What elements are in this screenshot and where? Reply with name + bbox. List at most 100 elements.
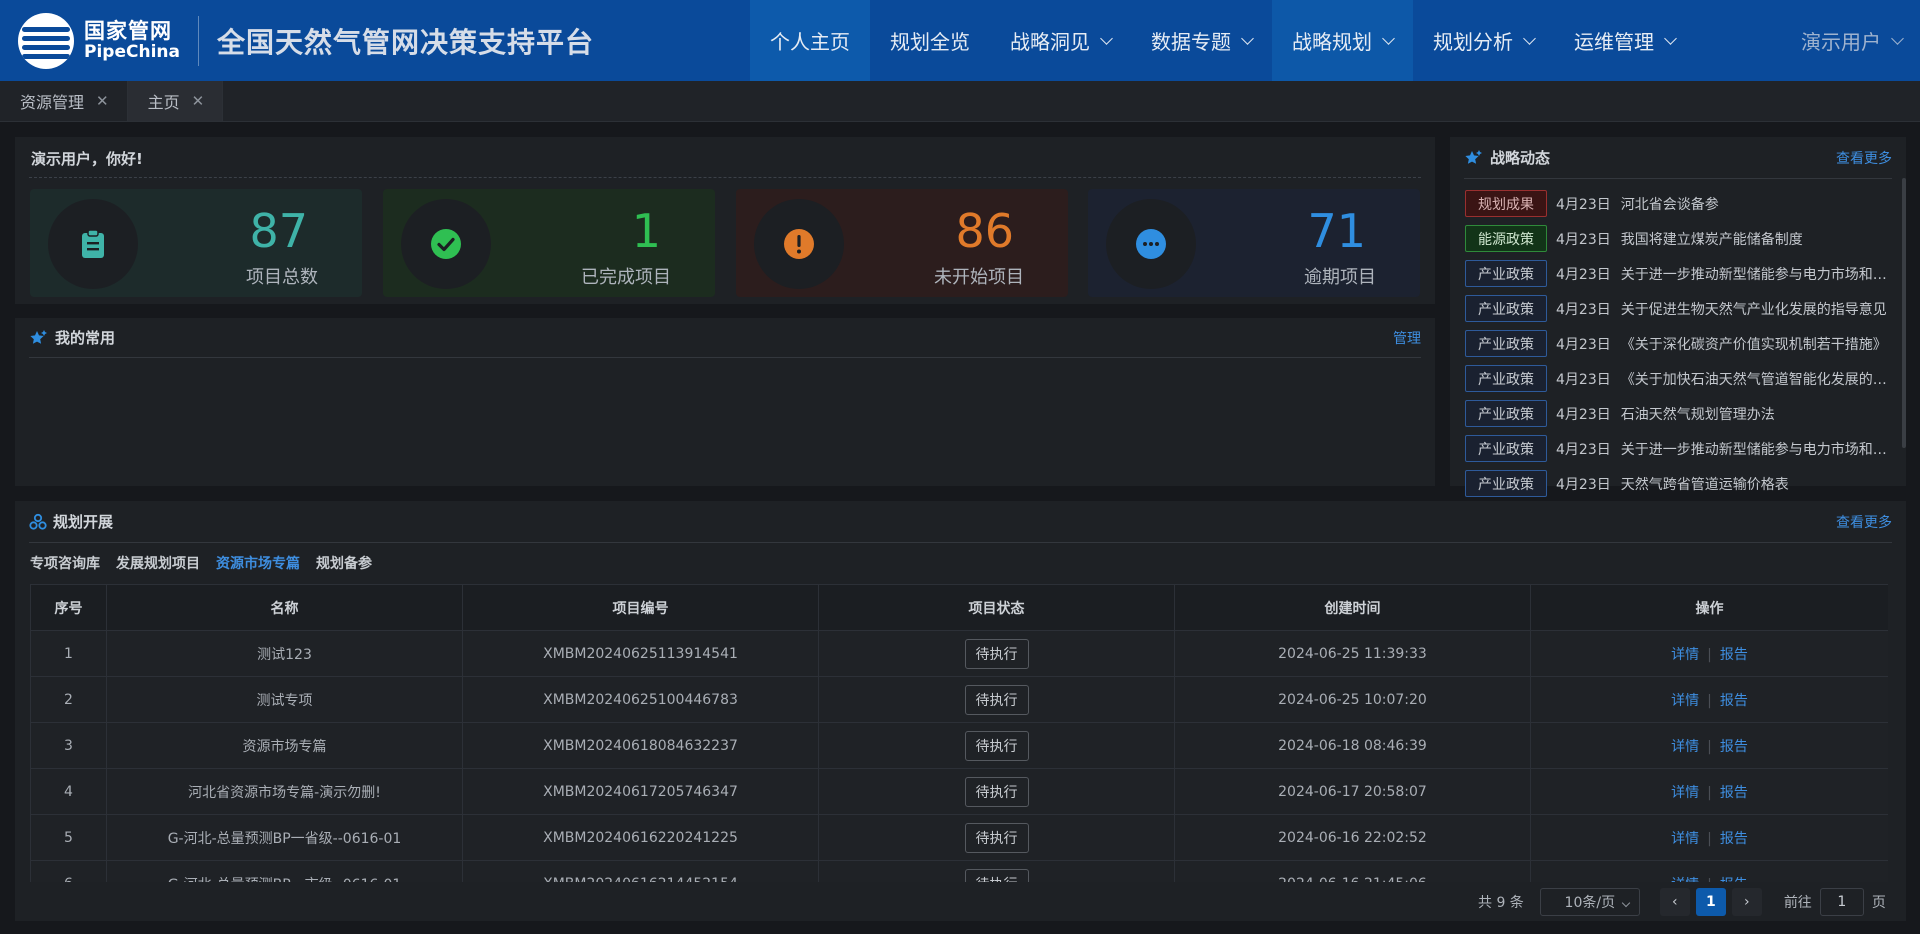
report-link[interactable]: 报告	[1720, 647, 1748, 663]
table-row[interactable]: 3 资源市场专篇 XMBM20240618084632237 待执行 2024-06-1…	[30, 722, 1888, 769]
detail-link[interactable]: 详情	[1671, 831, 1699, 847]
detail-link[interactable]: 详情	[1671, 647, 1699, 663]
news-date: 4月23日	[1556, 406, 1611, 423]
detail-link[interactable]: 详情	[1671, 785, 1699, 801]
news-item[interactable]: 产业政策 4月23日 天然气跨省管道运输价格表	[1465, 466, 1895, 501]
action-separator: |	[1707, 692, 1712, 709]
news-item[interactable]: 产业政策 4月23日 《关于深化碳资产价值实现机制若干措施》	[1465, 326, 1895, 361]
page-number[interactable]: 1	[1695, 888, 1726, 916]
news-item[interactable]: 产业政策 4月23日关于进一步推动新型储能参与电力市场和调度运用的通知	[1465, 431, 1895, 466]
cell-status: 待执行	[818, 814, 1175, 861]
subtab-reference[interactable]: 规划备参	[316, 553, 372, 573]
nav-label: 数据专题	[1151, 30, 1231, 54]
tab-resource-management[interactable]: 资源管理 ✕	[0, 81, 128, 121]
goto-page-input[interactable]: 1	[1819, 888, 1864, 916]
stat-value: 86	[955, 204, 1014, 258]
status-badge: 待执行	[964, 868, 1029, 882]
cell-actions: 详情 | 报告	[1530, 768, 1888, 815]
news-item[interactable]: 产业政策 4月23日 石油天然气规划管理办法	[1465, 396, 1895, 431]
detail-link[interactable]: 详情	[1671, 877, 1699, 883]
main-nav: 个人主页 规划全览 战略洞见 数据专题 战略规划 规划分析 运维管理	[750, 0, 1695, 81]
nav-overview[interactable]: 规划全览	[870, 0, 990, 81]
tab-home[interactable]: 主页 ✕	[127, 81, 224, 121]
news-item[interactable]: 能源政策 4月23日 我国将建立煤炭产能储备制度	[1465, 221, 1895, 256]
detail-link[interactable]: 详情	[1671, 693, 1699, 709]
status-badge: 待执行	[964, 730, 1029, 761]
prev-page-button[interactable]: ‹	[1659, 888, 1690, 916]
subtab-consulting[interactable]: 专项咨询库	[30, 553, 100, 573]
cell-actions: 详情 | 报告	[1530, 630, 1888, 677]
page-size-select[interactable]: 10条/页	[1539, 888, 1640, 916]
close-icon[interactable]: ✕	[192, 92, 205, 110]
chevron-down-icon	[1100, 31, 1113, 45]
planning-table: 序号 名称 项目编号 项目状态 创建时间 操作 1 测试123 XMBM202406…	[30, 584, 1888, 882]
news-tag: 产业政策	[1465, 470, 1547, 497]
news-tag: 能源政策	[1465, 225, 1547, 252]
stat-card-overdue[interactable]: 71 逾期项目	[1088, 189, 1420, 297]
nav-planning-analysis[interactable]: 规划分析	[1413, 0, 1554, 81]
stat-label: 项目总数	[246, 267, 318, 288]
goto-label: 前往	[1783, 895, 1812, 911]
more-circle-icon	[1128, 221, 1174, 267]
detail-link[interactable]: 详情	[1671, 739, 1699, 755]
stat-card-completed[interactable]: 1 已完成项目	[383, 189, 715, 297]
pager-total: 共 9 条	[1478, 895, 1524, 911]
news-item[interactable]: 产业政策 4月23日 《关于加快石油天然气管道智能化发展的意见》	[1465, 361, 1895, 396]
check-circle-icon	[423, 221, 469, 267]
subtab-development[interactable]: 发展规划项目	[116, 553, 200, 573]
cell-index: 5	[30, 814, 107, 861]
table-row[interactable]: 2 测试专项 XMBM20240625100446783 待执行 2024-06-25 …	[30, 676, 1888, 723]
nav-home[interactable]: 个人主页	[750, 0, 870, 81]
manage-link[interactable]: 管理	[1393, 328, 1421, 348]
report-link[interactable]: 报告	[1720, 693, 1748, 709]
cell-actions: 详情 | 报告	[1530, 814, 1888, 861]
news-more-link[interactable]: 查看更多	[1836, 148, 1892, 168]
news-tag: 产业政策	[1465, 435, 1547, 462]
news-date: 4月23日	[1556, 196, 1611, 213]
report-link[interactable]: 报告	[1720, 785, 1748, 801]
news-date: 4月23日	[1556, 336, 1611, 353]
news-list: 规划成果 4月23日 河北省会谈备参 能源政策 4月23日 我国将建立煤炭产能储备制度 产业…	[1465, 186, 1895, 501]
subtab-resource-market[interactable]: 资源市场专篇	[216, 553, 300, 573]
user-menu[interactable]: 演示用户	[1801, 0, 1904, 81]
nav-strategy-planning[interactable]: 战略规划	[1272, 0, 1413, 81]
news-item[interactable]: 产业政策 4月23日关于进一步推动新型储能参与电力市场和调度运用的通知	[1465, 256, 1895, 291]
logo[interactable]: 国家管网 PipeChina	[0, 0, 180, 81]
cell-index: 2	[30, 676, 107, 723]
news-tag: 产业政策	[1465, 365, 1547, 392]
table-row[interactable]: 1 测试123 XMBM20240625113914541 待执行 2024-06-25…	[30, 630, 1888, 677]
nav-insight[interactable]: 战略洞见	[990, 0, 1131, 81]
cell-actions: 详情 | 报告	[1530, 722, 1888, 769]
cell-index: 1	[30, 630, 107, 677]
chevron-down-icon	[1891, 31, 1904, 45]
report-link[interactable]: 报告	[1720, 877, 1748, 883]
nav-data-topics[interactable]: 数据专题	[1131, 0, 1272, 81]
next-page-button[interactable]: ›	[1731, 888, 1762, 916]
report-link[interactable]: 报告	[1720, 739, 1748, 755]
cell-name: 测试专项	[106, 676, 463, 723]
report-link[interactable]: 报告	[1720, 831, 1748, 847]
stat-card-not-started[interactable]: 86 未开始项目	[736, 189, 1068, 297]
logo-cn: 国家管网	[84, 18, 172, 43]
news-text: 关于进一步推动新型储能参与电力市场和调度运用的通知	[1620, 266, 1895, 283]
planning-more-link[interactable]: 查看更多	[1836, 512, 1892, 532]
table-header-row: 序号 名称 项目编号 项目状态 创建时间 操作	[30, 584, 1888, 631]
cell-created: 2024-06-25 10:07:20	[1174, 676, 1531, 723]
cell-code: XMBM20240625100446783	[462, 676, 819, 723]
app-title: 全国天然气管网决策支持平台	[216, 25, 594, 59]
news-scrollbar[interactable]	[1902, 178, 1906, 448]
close-icon[interactable]: ✕	[96, 92, 109, 110]
table-row[interactable]: 6G-河北-总量预测BP一市级--0616-01XMBM202406162144…	[30, 860, 1888, 883]
table-row[interactable]: 4 河北省资源市场专篇-演示勿删! XMBM20240617205746347 待执行…	[30, 768, 1888, 815]
news-item[interactable]: 产业政策 4月23日 关于促进生物天然气产业化发展的指导意见	[1465, 291, 1895, 326]
stat-value: 71	[1307, 204, 1366, 258]
nav-ops-management[interactable]: 运维管理	[1554, 0, 1695, 81]
cell-actions: 详情 | 报告	[1530, 860, 1888, 883]
status-badge: 待执行	[964, 638, 1029, 669]
cell-created: 2024-06-18 08:46:39	[1174, 722, 1531, 769]
news-item[interactable]: 规划成果 4月23日 河北省会谈备参	[1465, 186, 1895, 221]
top-navbar: 国家管网 PipeChina 全国天然气管网决策支持平台 个人主页 规划全览 战…	[0, 0, 1920, 81]
stat-card-total[interactable]: 87 项目总数	[30, 189, 362, 297]
news-tag: 产业政策	[1465, 295, 1547, 322]
table-row[interactable]: 5 G-河北-总量预测BP一省级--0616-01 XMBM202406162202…	[30, 814, 1888, 861]
